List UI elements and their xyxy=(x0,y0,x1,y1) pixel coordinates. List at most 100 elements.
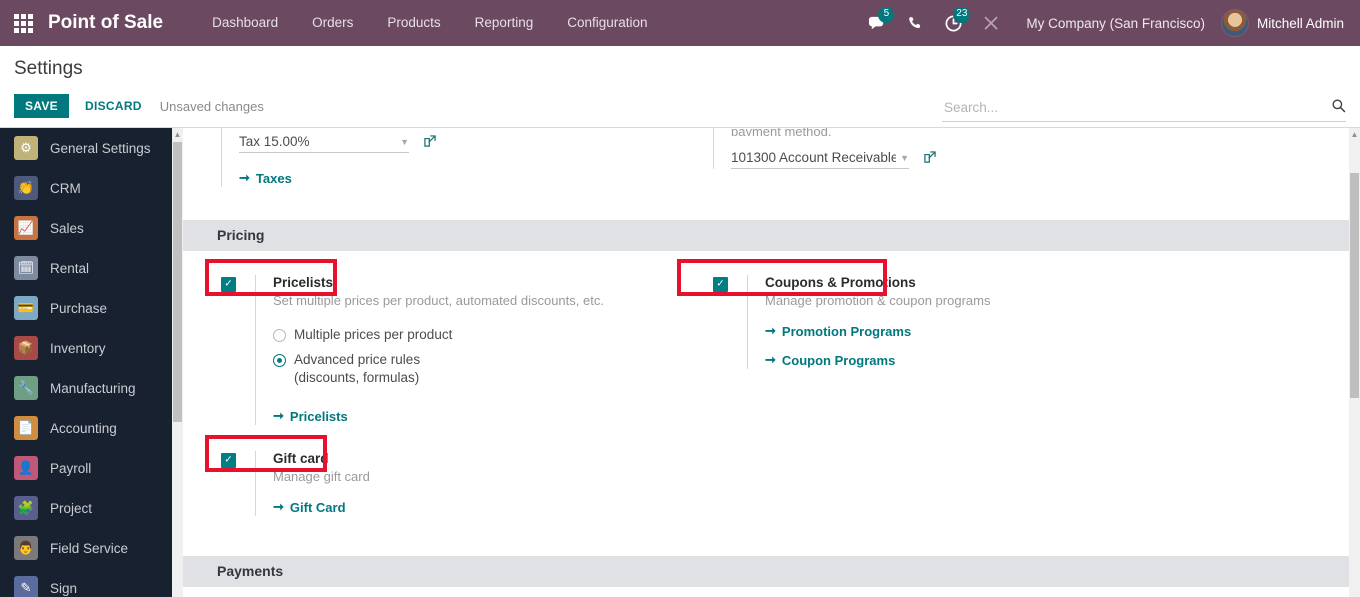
credit-card-icon: 💳 xyxy=(14,296,38,320)
user-menu[interactable]: Mitchell Admin xyxy=(1220,9,1350,37)
menu-reporting[interactable]: Reporting xyxy=(458,0,551,46)
checkmark-icon: ✓ xyxy=(716,278,725,289)
receivable-account-select[interactable]: 101300 Account Receivable ▼ xyxy=(731,150,909,169)
coupons-checkbox[interactable]: ✓ xyxy=(713,277,728,292)
sidebar-label-payroll: Payroll xyxy=(50,460,92,476)
sidebar-item-sales[interactable]: 📈 Sales xyxy=(0,208,180,248)
checkmark-icon: ✓ xyxy=(224,454,233,465)
app-brand-title[interactable]: Point of Sale xyxy=(46,12,169,34)
pricelists-description: Set multiple prices per product, automat… xyxy=(273,293,604,308)
radio-advanced-rules-label: Advanced price rules (discounts, formula… xyxy=(294,352,421,385)
sidebar-item-general-settings[interactable]: ⚙ General Settings xyxy=(0,128,180,168)
activities-count-badge: 23 xyxy=(953,7,971,23)
radio-multiple-prices[interactable] xyxy=(273,329,286,342)
block-divider xyxy=(255,275,256,425)
settings-sidebar[interactable]: ⚙ General Settings 👏 CRM 📈 Sales 🗓 Renta… xyxy=(0,128,180,597)
sidebar-item-field-service[interactable]: 👨 Field Service xyxy=(0,528,180,568)
gift-card-checkbox[interactable]: ✓ xyxy=(221,453,236,468)
scroll-up-arrow[interactable]: ▲ xyxy=(172,128,183,142)
arrow-right-icon: ➞ xyxy=(765,352,776,367)
sidebar-label-field-service: Field Service xyxy=(50,540,129,556)
pricelists-checkbox[interactable]: ✓ xyxy=(221,277,236,292)
arrow-right-icon: ➞ xyxy=(273,499,284,514)
invoice-icon: 📄 xyxy=(14,416,38,440)
coupons-title: Coupons & Promotions xyxy=(765,275,916,290)
external-link-icon[interactable] xyxy=(423,134,437,153)
sidebar-item-accounting[interactable]: 📄 Accounting xyxy=(0,408,180,448)
search-input[interactable] xyxy=(942,99,1325,116)
sidebar-label-crm: CRM xyxy=(50,180,81,196)
menu-dashboard[interactable]: Dashboard xyxy=(195,0,295,46)
pricelists-link-label: Pricelists xyxy=(289,408,348,424)
coupons-checkbox-cell: ✓ xyxy=(713,275,747,292)
sidebar-item-payroll[interactable]: 👤 Payroll xyxy=(0,448,180,488)
pricelists-link[interactable]: ➞ Pricelists xyxy=(273,408,348,424)
service-person-icon: 👨 xyxy=(14,536,38,560)
sidebar-item-purchase[interactable]: 💳 Purchase xyxy=(0,288,180,328)
promotion-programs-link[interactable]: ➞ Promotion Programs xyxy=(765,323,911,339)
chevron-down-icon: ▼ xyxy=(400,136,409,147)
coupon-programs-link[interactable]: ➞ Coupon Programs xyxy=(765,352,895,368)
taxes-link[interactable]: ➞ Taxes xyxy=(239,170,292,186)
menu-configuration[interactable]: Configuration xyxy=(550,0,664,46)
form-action-buttons: SAVE DISCARD Unsaved changes xyxy=(14,94,264,118)
sidebar-item-inventory[interactable]: 📦 Inventory xyxy=(0,328,180,368)
search-icon[interactable] xyxy=(1331,98,1346,117)
box-open-icon: 📦 xyxy=(14,336,38,360)
chevron-down-icon: ▼ xyxy=(900,152,909,163)
sidebar-scrollbar[interactable]: ▲ xyxy=(172,128,183,597)
receivable-account-value: 101300 Account Receivable xyxy=(731,150,897,165)
setting-gift-card: ✓ Gift card Manage gift card ➞ Gift Card xyxy=(221,451,713,516)
tax-block: Tax 15.00% ▼ ➞ Taxes xyxy=(221,128,713,187)
clock-icon[interactable]: 23 xyxy=(934,0,972,46)
search-bar xyxy=(942,98,1346,122)
phone-icon[interactable] xyxy=(896,0,934,46)
coupons-description: Manage promotion & coupon programs xyxy=(765,293,991,308)
pricing-settings-row: ✓ Pricelists Set multiple prices per pro… xyxy=(183,251,1349,516)
taxes-link-label: Taxes xyxy=(255,170,292,186)
scroll-up-arrow[interactable]: ▲ xyxy=(1349,128,1360,142)
coupon-programs-link-label: Coupon Programs xyxy=(781,352,896,368)
settings-content: Tax 15.00% ▼ ➞ Taxes payment method. 101… xyxy=(183,128,1349,597)
pricing-left-column: ✓ Pricelists Set multiple prices per pro… xyxy=(183,275,713,516)
navbar-right-tools: 5 23 My Company (San Francisco) Mitchell… xyxy=(858,0,1360,46)
menu-orders[interactable]: Orders xyxy=(295,0,370,46)
radio-multiple-prices-label: Multiple prices per product xyxy=(294,327,453,342)
company-selector[interactable]: My Company (San Francisco) xyxy=(1010,16,1221,31)
sidebar-scroll-thumb[interactable] xyxy=(173,142,182,422)
gift-card-title: Gift card xyxy=(273,451,329,466)
discard-button[interactable]: DISCARD xyxy=(75,94,152,118)
wrench-screwdriver-icon[interactable] xyxy=(972,0,1010,46)
sidebar-label-project: Project xyxy=(50,500,93,516)
default-tax-select[interactable]: Tax 15.00% ▼ xyxy=(239,134,409,153)
radio-advanced-rules[interactable] xyxy=(273,354,286,367)
radio-multiple-prices-row[interactable]: Multiple prices per product xyxy=(273,326,713,344)
sidebar-item-rental[interactable]: 🗓 Rental xyxy=(0,248,180,288)
sidebar-item-project[interactable]: 🧩 Project xyxy=(0,488,180,528)
payment-method-partial-text: payment method. xyxy=(731,128,832,136)
sidebar-label-manufacturing: Manufacturing xyxy=(50,380,136,396)
apps-grid-icon[interactable] xyxy=(0,0,46,46)
menu-products[interactable]: Products xyxy=(370,0,457,46)
main-menu: Dashboard Orders Products Reporting Conf… xyxy=(195,0,664,46)
radio-advanced-rules-row[interactable]: Advanced price rules (discounts, formula… xyxy=(273,351,713,387)
page-scroll-thumb[interactable] xyxy=(1350,173,1359,398)
user-name-label: Mitchell Admin xyxy=(1256,15,1344,31)
sidebar-item-manufacturing[interactable]: 🔧 Manufacturing xyxy=(0,368,180,408)
save-button[interactable]: SAVE xyxy=(14,94,69,118)
puzzle-icon: 🧩 xyxy=(14,496,38,520)
unsaved-changes-status: Unsaved changes xyxy=(159,98,264,114)
tax-column: Tax 15.00% ▼ ➞ Taxes xyxy=(183,128,713,220)
gift-card-link[interactable]: ➞ Gift Card xyxy=(273,499,346,515)
block-divider xyxy=(255,451,256,516)
chat-bubble-icon[interactable]: 5 xyxy=(858,0,896,46)
sidebar-item-crm[interactable]: 👏 CRM xyxy=(0,168,180,208)
sidebar-item-sign[interactable]: ✎ Sign xyxy=(0,568,180,597)
external-link-icon[interactable] xyxy=(923,150,937,169)
arrow-right-icon: ➞ xyxy=(273,408,284,423)
arrow-right-icon: ➞ xyxy=(239,170,250,185)
page-scrollbar[interactable]: ▲ xyxy=(1349,128,1360,597)
receivable-account-field-row: 101300 Account Receivable ▼ xyxy=(731,150,1273,169)
messages-count-badge: 5 xyxy=(878,7,895,23)
default-tax-field-row: Tax 15.00% ▼ xyxy=(239,134,713,153)
